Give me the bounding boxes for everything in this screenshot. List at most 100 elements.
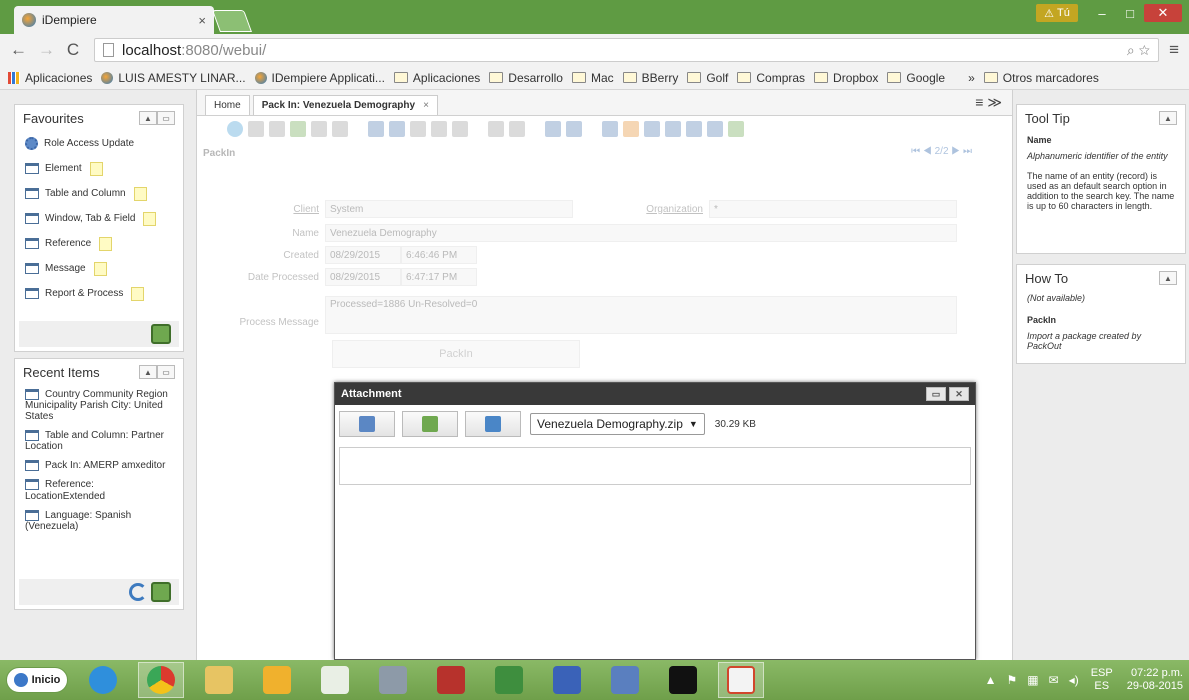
- bookmark-folder[interactable]: Mac: [571, 71, 614, 85]
- processed-time-field[interactable]: 6:47:17 PM: [401, 268, 477, 286]
- user-badge[interactable]: ⚠ Tú: [1036, 4, 1078, 22]
- volume-icon[interactable]: ◂): [1069, 673, 1079, 687]
- collapse-icon[interactable]: ▲: [139, 111, 157, 125]
- client-label[interactable]: Client: [197, 204, 325, 215]
- bookmark-star-icon[interactable]: ⌕ ☆: [1127, 42, 1150, 59]
- created-time-field[interactable]: 6:46:46 PM: [401, 246, 477, 264]
- minimize-icon[interactable]: –: [1090, 4, 1114, 22]
- refresh-icon[interactable]: [368, 121, 384, 137]
- taskbar-visio[interactable]: [544, 662, 590, 698]
- bookmark-folder[interactable]: Compras: [737, 71, 805, 85]
- recent-item[interactable]: Reference: LocationExtended: [15, 475, 183, 505]
- tabs-menu-icon[interactable]: ≡ ≫: [975, 94, 1002, 111]
- taskbar-project[interactable]: [486, 662, 532, 698]
- export-icon[interactable]: [707, 121, 723, 137]
- undo-icon[interactable]: [332, 121, 348, 137]
- favourite-item[interactable]: Window, Tab & Field: [15, 206, 183, 231]
- recycle-bin-icon[interactable]: [151, 324, 171, 344]
- favourite-item[interactable]: Table and Column: [15, 181, 183, 206]
- record-navigator[interactable]: ⏮ ◀ 2/2 ▶ ⏭: [911, 146, 972, 157]
- load-file-button[interactable]: [339, 411, 395, 437]
- parent-icon[interactable]: [488, 121, 504, 137]
- taskbar-cmd[interactable]: [660, 662, 706, 698]
- process-message-field[interactable]: Processed=1886 Un-Resolved=0: [325, 296, 957, 334]
- zoom-across-icon[interactable]: [602, 121, 618, 137]
- reload-icon[interactable]: C: [66, 40, 80, 60]
- close-tab-icon[interactable]: ×: [198, 13, 206, 28]
- flag-icon[interactable]: ⚑: [1007, 673, 1018, 687]
- start-button[interactable]: Inicio: [6, 667, 68, 693]
- product-info-icon[interactable]: [665, 121, 681, 137]
- organization-label[interactable]: Organization: [581, 204, 709, 215]
- taskbar-ie[interactable]: [80, 662, 126, 698]
- attachment-text-area[interactable]: [339, 447, 971, 485]
- help-icon[interactable]: [227, 121, 243, 137]
- close-tab-icon[interactable]: ×: [423, 100, 429, 111]
- bookmark-folder[interactable]: Dropbox: [814, 71, 878, 85]
- maximize-panel-icon[interactable]: ▭: [157, 365, 175, 379]
- workflow-icon[interactable]: [623, 121, 639, 137]
- back-icon[interactable]: ←: [10, 40, 27, 60]
- created-date-field[interactable]: 08/29/2015: [325, 246, 401, 264]
- recent-item[interactable]: Country Community Region Municipality Pa…: [15, 385, 183, 426]
- copy-icon[interactable]: [269, 121, 285, 137]
- recent-item[interactable]: Pack In: AMERP amxeditor: [15, 456, 183, 475]
- favourite-item[interactable]: Report & Process: [15, 281, 183, 306]
- new-record-icon[interactable]: [89, 161, 103, 176]
- bookmark-apps[interactable]: Aplicaciones: [8, 71, 92, 85]
- bookmark-folder[interactable]: Desarrollo: [489, 71, 563, 85]
- taskbar-app[interactable]: [254, 662, 300, 698]
- message-icon[interactable]: ✉: [1049, 673, 1059, 687]
- bookmarks-more[interactable]: »: [968, 71, 975, 85]
- tab-pack-in[interactable]: Pack In: Venezuela Demography ×: [252, 95, 438, 115]
- tab-home[interactable]: Home: [205, 95, 250, 115]
- taskbar-chrome[interactable]: [138, 662, 184, 698]
- processed-date-field[interactable]: 08/29/2015: [325, 268, 401, 286]
- organization-field[interactable]: *: [709, 200, 957, 218]
- taskbar-app[interactable]: [312, 662, 358, 698]
- grid-toggle-icon[interactable]: [452, 121, 468, 137]
- taskbar-app[interactable]: [602, 662, 648, 698]
- recent-item[interactable]: Language: Spanish (Venezuela): [15, 506, 183, 536]
- close-window-icon[interactable]: ✕: [1144, 4, 1182, 22]
- recycle-bin-icon[interactable]: [151, 582, 171, 602]
- attachment-file-select[interactable]: Venezuela Demography.zip ▼: [530, 413, 705, 435]
- delete-icon[interactable]: [290, 121, 306, 137]
- bookmark-idempiere[interactable]: IDempiere Applicati...: [254, 71, 385, 85]
- new-record-icon[interactable]: [99, 236, 113, 251]
- forward-icon[interactable]: →: [38, 40, 55, 60]
- requests-icon[interactable]: [644, 121, 660, 137]
- report-icon[interactable]: [545, 121, 561, 137]
- bookmark-luis[interactable]: LUIS AMESTY LINAR...: [101, 71, 246, 85]
- find-icon[interactable]: [389, 121, 405, 137]
- refresh-icon[interactable]: [129, 583, 147, 601]
- bookmark-folder[interactable]: Golf: [687, 71, 728, 85]
- show-hidden-icons[interactable]: ▲: [985, 673, 997, 687]
- close-dialog-icon[interactable]: ✕: [949, 387, 969, 401]
- favourite-item[interactable]: Role Access Update: [15, 131, 183, 156]
- maximize-dialog-icon[interactable]: ▭: [926, 387, 946, 401]
- taskbar-app[interactable]: [370, 662, 416, 698]
- name-field[interactable]: Venezuela Demography: [325, 224, 957, 242]
- new-icon[interactable]: [248, 121, 264, 137]
- browser-tab[interactable]: iDempiere ×: [14, 6, 214, 34]
- favourite-item[interactable]: Message: [15, 256, 183, 281]
- chat-icon[interactable]: [431, 121, 447, 137]
- bookmark-folder[interactable]: Google: [887, 71, 945, 85]
- new-record-icon[interactable]: [131, 286, 145, 301]
- new-record-icon[interactable]: [133, 186, 147, 201]
- collapse-icon[interactable]: ▲: [1159, 111, 1177, 125]
- url-input[interactable]: localhost:8080/webui/ ⌕ ☆: [94, 38, 1160, 62]
- collapse-icon[interactable]: ▲: [139, 365, 157, 379]
- detail-icon[interactable]: [509, 121, 525, 137]
- other-bookmarks[interactable]: Otros marcadores: [983, 71, 1099, 85]
- delete-attachment-button[interactable]: [402, 411, 458, 437]
- packin-button[interactable]: PackIn: [332, 340, 580, 368]
- network-icon[interactable]: ▦: [1027, 673, 1038, 687]
- favourite-item[interactable]: Element: [15, 156, 183, 181]
- new-tab-button[interactable]: [211, 10, 253, 32]
- bookmark-folder[interactable]: Aplicaciones: [393, 71, 480, 85]
- clock[interactable]: 07:22 p.m. 29-08-2015: [1127, 667, 1183, 693]
- attachment-icon[interactable]: [410, 121, 426, 137]
- archive-icon[interactable]: [566, 121, 582, 137]
